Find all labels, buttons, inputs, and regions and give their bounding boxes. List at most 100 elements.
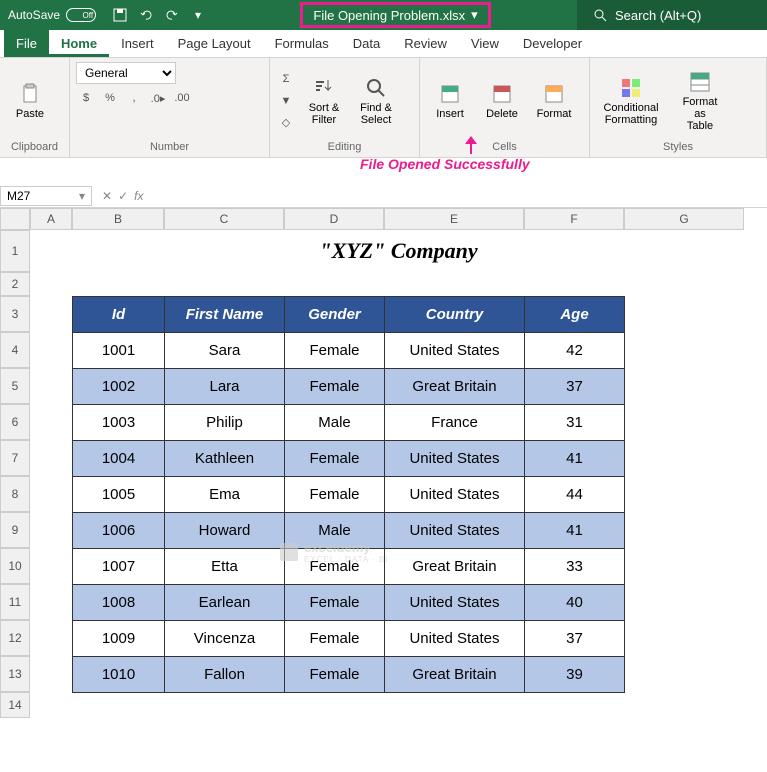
format-as-table-button[interactable]: Format as Table [670,68,730,134]
col-header[interactable]: C [164,208,284,230]
table-cell[interactable]: 1004 [73,441,165,477]
sheet-title[interactable]: "XYZ" Company [30,230,767,272]
insert-cells-button[interactable]: Insert [426,80,474,122]
th-id[interactable]: Id [73,297,165,333]
tab-home[interactable]: Home [49,30,109,57]
col-header[interactable]: A [30,208,72,230]
table-cell[interactable]: 1003 [73,405,165,441]
th-gender[interactable]: Gender [285,297,385,333]
table-cell[interactable]: Female [285,333,385,369]
table-cell[interactable]: United States [385,441,525,477]
table-cell[interactable]: Great Britain [385,369,525,405]
table-cell[interactable]: United States [385,585,525,621]
table-cell[interactable]: 1007 [73,549,165,585]
th-country[interactable]: Country [385,297,525,333]
table-cell[interactable]: Great Britain [385,549,525,585]
col-header[interactable]: F [524,208,624,230]
table-cell[interactable]: Female [285,657,385,693]
autosum-icon[interactable]: Σ [276,69,296,89]
table-cell[interactable]: Philip [165,405,285,441]
tab-review[interactable]: Review [392,30,459,57]
find-select-button[interactable]: Find & Select [352,74,400,128]
sort-filter-button[interactable]: Sort & Filter [300,74,348,128]
cancel-formula-icon[interactable]: ✕ [102,189,112,203]
table-cell[interactable]: 1009 [73,621,165,657]
table-cell[interactable]: 1005 [73,477,165,513]
table-cell[interactable]: 39 [525,657,625,693]
delete-cells-button[interactable]: Delete [478,80,526,122]
clear-icon[interactable]: ◇ [276,113,296,133]
table-cell[interactable]: Lara [165,369,285,405]
fill-icon[interactable]: ▼ [276,91,296,111]
tab-view[interactable]: View [459,30,511,57]
table-cell[interactable]: France [385,405,525,441]
row-header[interactable]: 14 [0,692,30,718]
row-header[interactable]: 12 [0,620,30,656]
redo-icon[interactable] [164,7,180,23]
table-cell[interactable]: Female [285,369,385,405]
tab-formulas[interactable]: Formulas [263,30,341,57]
table-cell[interactable]: 1006 [73,513,165,549]
table-cell[interactable]: United States [385,621,525,657]
table-cell[interactable]: Etta [165,549,285,585]
tab-developer[interactable]: Developer [511,30,594,57]
search-box[interactable]: Search (Alt+Q) [577,0,767,30]
row-header[interactable]: 5 [0,368,30,404]
table-cell[interactable]: Great Britain [385,657,525,693]
table-cell[interactable]: 44 [525,477,625,513]
col-header[interactable]: D [284,208,384,230]
row-header[interactable]: 11 [0,584,30,620]
table-cell[interactable]: 40 [525,585,625,621]
table-cell[interactable]: Fallon [165,657,285,693]
tab-data[interactable]: Data [341,30,392,57]
table-cell[interactable]: Vincenza [165,621,285,657]
percent-icon[interactable]: % [100,88,120,108]
fx-icon[interactable]: fx [134,189,143,203]
col-header[interactable]: G [624,208,744,230]
table-cell[interactable]: Female [285,477,385,513]
table-cell[interactable]: United States [385,513,525,549]
number-format-select[interactable]: General [76,62,176,84]
table-cell[interactable]: Earlean [165,585,285,621]
row-header[interactable]: 9 [0,512,30,548]
row-header[interactable]: 1 [0,230,30,272]
comma-icon[interactable]: , [124,88,144,108]
table-cell[interactable]: Female [285,441,385,477]
undo-icon[interactable] [138,7,154,23]
sheet-body[interactable]: "XYZ" Company Id First Name Gender Count… [30,230,767,693]
row-header[interactable]: 2 [0,272,30,296]
table-cell[interactable]: 37 [525,369,625,405]
enter-formula-icon[interactable]: ✓ [118,189,128,203]
row-header[interactable]: 4 [0,332,30,368]
tab-page-layout[interactable]: Page Layout [166,30,263,57]
table-cell[interactable]: 37 [525,621,625,657]
table-cell[interactable]: United States [385,477,525,513]
tab-file[interactable]: File [4,30,49,57]
format-cells-button[interactable]: Format [530,80,578,122]
save-icon[interactable] [112,7,128,23]
th-age[interactable]: Age [525,297,625,333]
table-cell[interactable]: 31 [525,405,625,441]
table-cell[interactable]: Ema [165,477,285,513]
decrease-decimal-icon[interactable]: .00 [172,88,192,108]
table-cell[interactable]: 42 [525,333,625,369]
row-header[interactable]: 13 [0,656,30,692]
table-cell[interactable]: United States [385,333,525,369]
increase-decimal-icon[interactable]: .0▸ [148,88,168,108]
autosave-toggle[interactable]: Off [66,8,96,22]
th-firstname[interactable]: First Name [165,297,285,333]
select-all-corner[interactable] [0,208,30,230]
paste-button[interactable]: Paste [6,80,54,122]
col-header[interactable]: E [384,208,524,230]
row-header[interactable]: 3 [0,296,30,332]
table-cell[interactable]: 1001 [73,333,165,369]
conditional-formatting-button[interactable]: Conditional Formatting [596,74,666,128]
name-box[interactable]: M27▾ [0,186,92,206]
blank-row[interactable] [30,272,767,296]
table-cell[interactable]: 41 [525,513,625,549]
currency-icon[interactable]: $ [76,88,96,108]
row-header[interactable]: 6 [0,404,30,440]
table-cell[interactable]: Howard [165,513,285,549]
chevron-down-icon[interactable]: ▾ [190,7,206,23]
table-cell[interactable]: Sara [165,333,285,369]
